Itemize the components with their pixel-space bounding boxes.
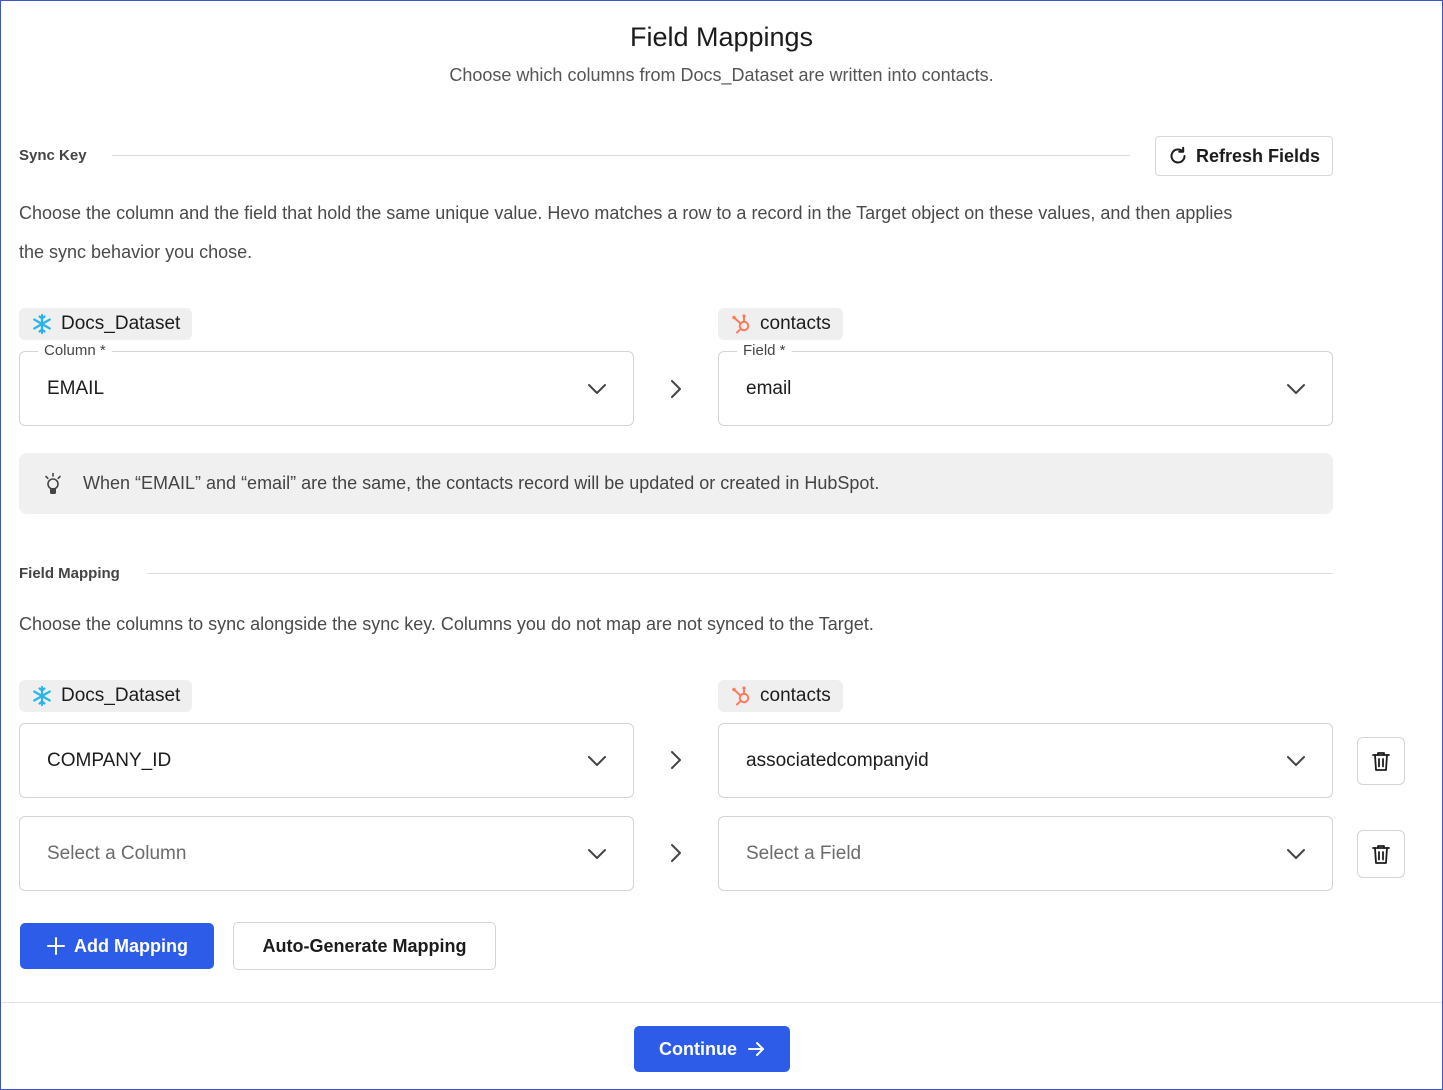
refresh-icon [1170, 146, 1186, 164]
sync-field-value: email [746, 377, 792, 399]
source-chip: Docs_Dataset [19, 308, 193, 340]
sync-column-select[interactable]: Column * EMAIL [19, 342, 634, 426]
refresh-fields-button[interactable]: Refresh Fields [1155, 136, 1333, 176]
plus-icon [47, 937, 65, 955]
field-label: Field * [737, 342, 792, 359]
mapping-column-select[interactable]: COMPANY_ID [19, 723, 634, 798]
lightbulb-icon [45, 472, 61, 494]
sync-key-description-line1: Choose the column and the field that hol… [19, 203, 1233, 223]
sync-key-description-line2: the sync behavior you chose. [19, 242, 253, 262]
footer-divider [1, 1002, 1442, 1003]
arrow-right-icon [671, 380, 681, 398]
arrow-right-icon [671, 751, 681, 769]
source-name: Docs_Dataset [61, 685, 181, 706]
mapping-column-value: COMPANY_ID [47, 749, 172, 771]
mapping-field-value: associatedcompanyid [746, 749, 929, 771]
column-label: Column * [38, 342, 112, 359]
field-mapping-description: Choose the columns to sync alongside the… [19, 614, 874, 634]
mapping-column-select[interactable]: Select a Column [19, 816, 634, 891]
chevron-down-icon [588, 755, 606, 766]
add-mapping-button[interactable]: Add Mapping [20, 923, 214, 969]
sync-column-value: EMAIL [47, 377, 105, 399]
sync-key-hint: When “EMAIL” and “email” are the same, t… [19, 453, 1333, 514]
source-chip: Docs_Dataset [19, 680, 193, 712]
target-chip: contacts [718, 680, 843, 712]
sync-key-divider [112, 155, 1130, 156]
hubspot-icon [732, 314, 750, 334]
sync-key-label: Sync Key [19, 147, 87, 164]
sync-field-select[interactable]: Field * email [718, 342, 1333, 426]
page-subtitle: Choose which columns from Docs_Dataset a… [449, 65, 994, 85]
auto-generate-mapping-button[interactable]: Auto-Generate Mapping [233, 922, 496, 970]
mapping-field-select[interactable]: Select a Field [718, 816, 1333, 891]
arrow-right-icon [748, 1042, 764, 1056]
page-title: Field Mappings [629, 22, 814, 52]
field-mapping-label: Field Mapping [19, 565, 120, 582]
delete-mapping-button[interactable] [1357, 737, 1405, 785]
snowflake-icon [33, 685, 51, 707]
trash-icon [1372, 752, 1390, 771]
delete-mapping-button[interactable] [1357, 830, 1405, 878]
refresh-fields-label: Refresh Fields [1195, 145, 1321, 166]
chevron-down-icon [588, 848, 606, 859]
continue-button[interactable]: Continue [634, 1026, 790, 1072]
chevron-down-icon [588, 383, 606, 394]
mapping-field-select[interactable]: associatedcompanyid [718, 723, 1333, 798]
target-chip: contacts [718, 308, 843, 340]
chevron-down-icon [1287, 383, 1305, 394]
trash-icon [1372, 845, 1390, 864]
arrow-right-icon [671, 844, 681, 862]
mapping-column-placeholder: Select a Column [47, 842, 187, 864]
chevron-down-icon [1287, 848, 1305, 859]
hubspot-icon [732, 686, 750, 706]
continue-label: Continue [659, 1038, 737, 1059]
hint-text: When “EMAIL” and “email” are the same, t… [83, 473, 880, 493]
mapping-field-placeholder: Select a Field [746, 842, 862, 864]
source-name: Docs_Dataset [61, 313, 181, 334]
target-name: contacts [760, 313, 831, 334]
snowflake-icon [33, 313, 51, 335]
auto-generate-label: Auto-Generate Mapping [262, 935, 467, 956]
add-mapping-label: Add Mapping [74, 935, 188, 956]
chevron-down-icon [1287, 755, 1305, 766]
target-name: contacts [760, 685, 831, 706]
field-mapping-divider [147, 573, 1333, 574]
